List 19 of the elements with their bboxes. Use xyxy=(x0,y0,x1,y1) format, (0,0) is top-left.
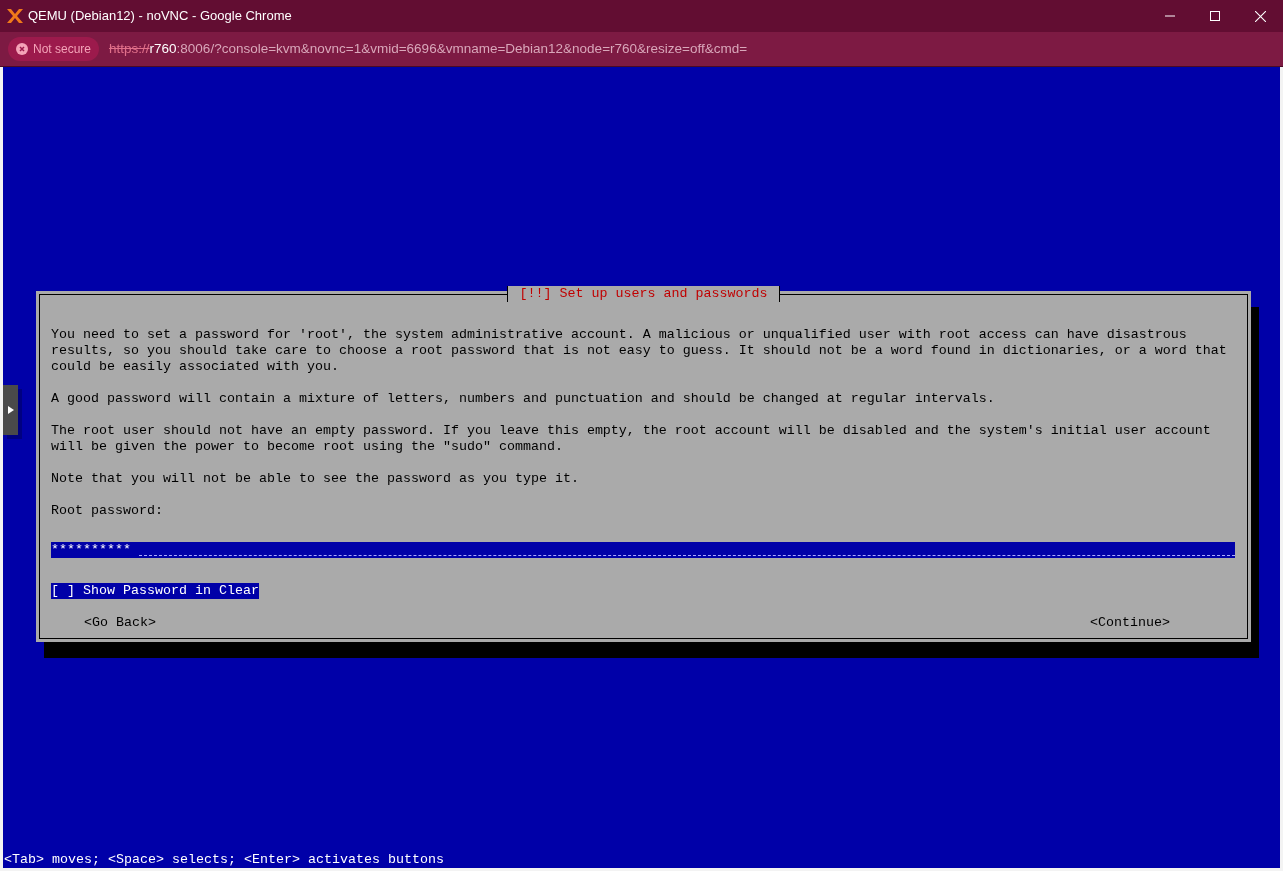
security-chip[interactable]: Not secure xyxy=(8,37,100,61)
continue-button[interactable]: <Continue> xyxy=(1090,615,1170,631)
show-password-checkbox[interactable]: [ ] Show Password in Clear xyxy=(51,583,259,599)
field-label: Root password: xyxy=(51,503,164,519)
url-text[interactable]: https://r760:8006/?console=kvm&novnc=1&vmid=6696&vmname=Debian12&node=r760&resize=off&cmd= xyxy=(109,38,748,60)
message-text: A good password will contain a mixture of letters, numbers and punctuation and should be changed at regular intervals. xyxy=(51,391,996,407)
password-field[interactable]: ********** xyxy=(51,542,1235,558)
app-logo-icon xyxy=(6,8,24,24)
go-back-button[interactable]: <Go Back> xyxy=(84,615,156,631)
play-icon xyxy=(7,406,14,414)
maximize-icon[interactable] xyxy=(1210,11,1220,21)
close-icon[interactable] xyxy=(1255,10,1266,22)
dialog-title: [!!] Set up users and passwords xyxy=(506,286,781,302)
status-line: <Tab> moves; <Space> selects; <Enter> activates buttons xyxy=(4,852,445,868)
message-text: The root user should not have an empty password. If you leave this empty, the root account will be disabled and the system's initial user account will be given the power to become root using the "sudo" command. xyxy=(51,423,1212,455)
message-text: Note that you will not be able to see the password as you type it. xyxy=(51,471,580,487)
message-text: You need to set a password for 'root', the system administrative account. A malicious or unqualified user with root access can have disastrous results, so you should take care to choose a root password that is not easy to guess. It should not be a word found in dictionaries, or a word that could be easily associated with you. xyxy=(51,327,1228,375)
warning-icon xyxy=(16,43,28,55)
window-title: QEMU (Debian12) - noVNC - Google Chrome xyxy=(28,7,292,26)
